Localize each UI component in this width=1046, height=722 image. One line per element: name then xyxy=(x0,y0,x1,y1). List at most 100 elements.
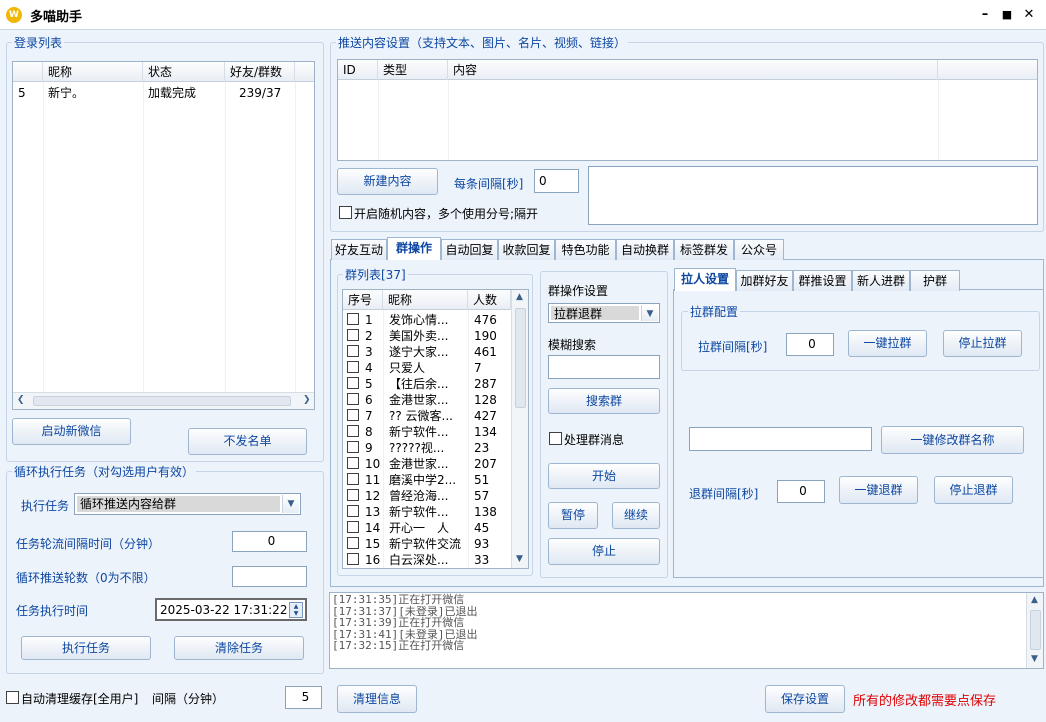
rename-group-button[interactable]: 一键修改群名称 xyxy=(881,426,1024,454)
fuzzy-search-input[interactable] xyxy=(548,355,660,379)
scroll-up-icon[interactable]: ▲ xyxy=(1031,595,1038,605)
clear-task-button[interactable]: 清除任务 xyxy=(174,636,304,660)
group-list-view[interactable]: 序号 昵称 人数 1 发饰心情... 476 2 美国外卖... 190 3 遂宁大家... 4… xyxy=(342,289,529,569)
exec-time-input[interactable]: 2025-03-22 17:31:22 ▲ ▼ xyxy=(155,598,307,621)
col-members[interactable]: 人数 xyxy=(468,290,511,310)
scroll-right-icon[interactable]: ❯ xyxy=(303,395,311,405)
scroll-down-icon[interactable]: ▼ xyxy=(516,554,523,564)
group-row-checkbox[interactable] xyxy=(347,345,359,357)
group-row-checkbox[interactable] xyxy=(347,409,359,421)
group-row[interactable]: 3 遂宁大家... 461 xyxy=(343,344,511,360)
auto-clean-interval-input[interactable]: 5 xyxy=(285,686,322,709)
group-row[interactable]: 14 开心一 人 45 xyxy=(343,520,511,536)
group-row[interactable]: 8 新宁软件... 134 xyxy=(343,424,511,440)
group-row[interactable]: 5 【往后余... 287 xyxy=(343,376,511,392)
group-row[interactable]: 13 新宁软件... 138 xyxy=(343,504,511,520)
group-row-checkbox[interactable] xyxy=(347,425,359,437)
pull-interval-input[interactable]: 0 xyxy=(786,333,834,356)
group-row[interactable]: 4 只爱人 7 xyxy=(343,360,511,376)
search-group-button[interactable]: 搜索群 xyxy=(548,388,660,414)
subtab-group-push[interactable]: 群推设置 xyxy=(793,270,852,291)
col-nick[interactable]: 昵称 xyxy=(43,62,143,82)
new-content-button[interactable]: 新建内容 xyxy=(337,168,438,195)
group-row-checkbox[interactable] xyxy=(347,505,359,517)
group-row-checkbox[interactable] xyxy=(347,457,359,469)
group-row[interactable]: 15 新宁软件交流 93 xyxy=(343,536,511,552)
group-row-checkbox[interactable] xyxy=(347,537,359,549)
group-row-checkbox[interactable] xyxy=(347,473,359,485)
login-list-view[interactable]: 昵称 状态 好友/群数 5 新宁。 加载完成 239/37 ❮ ❯ xyxy=(12,61,315,410)
group-row[interactable]: 6 金港世家... 128 xyxy=(343,392,511,408)
pull-group-button[interactable]: 一键拉群 xyxy=(848,330,927,357)
tab-friend-interact[interactable]: 好友互动 xyxy=(331,239,387,260)
group-row-checkbox[interactable] xyxy=(347,313,359,325)
rename-group-input[interactable] xyxy=(689,427,872,451)
scroll-down-icon[interactable]: ▼ xyxy=(1031,654,1038,664)
scroll-up-icon[interactable]: ▲ xyxy=(516,292,523,302)
scroll-thumb[interactable] xyxy=(1030,610,1041,650)
tab-auto-switch[interactable]: 自动换群 xyxy=(616,239,674,260)
log-area[interactable]: [17:31:35]正在打开微信 [17:31:37][未登录]已退出 [17:31… xyxy=(329,592,1044,669)
login-list-hscrollbar[interactable]: ❮ ❯ xyxy=(13,392,314,409)
login-row[interactable]: 5 新宁。 加载完成 239/37 xyxy=(13,85,303,101)
col-name[interactable]: 昵称 xyxy=(383,290,468,310)
scroll-left-icon[interactable]: ❮ xyxy=(17,395,25,405)
tab-tag-broadcast[interactable]: 标签群发 xyxy=(674,239,734,260)
group-row-checkbox[interactable] xyxy=(347,489,359,501)
exec-task-button[interactable]: 执行任务 xyxy=(21,636,151,660)
group-row-checkbox[interactable] xyxy=(347,521,359,533)
blacklist-button[interactable]: 不发名单 xyxy=(188,428,307,455)
tab-special[interactable]: 特色功能 xyxy=(555,239,616,260)
group-row[interactable]: 16 白云深处... 33 xyxy=(343,552,511,568)
rounds-input[interactable] xyxy=(232,566,307,587)
start-button[interactable]: 开始 xyxy=(548,463,660,489)
save-settings-button[interactable]: 保存设置 xyxy=(765,685,845,713)
stop-pull-button[interactable]: 停止拉群 xyxy=(943,330,1022,357)
clear-info-button[interactable]: 清理信息 xyxy=(337,685,417,713)
group-op-select[interactable]: 拉群退群 ▼ xyxy=(548,303,660,323)
auto-clean-checkbox[interactable] xyxy=(6,691,19,704)
log-vscrollbar[interactable]: ▲ ▼ xyxy=(1026,593,1043,668)
subtab-pull-settings[interactable]: 拉人设置 xyxy=(674,268,736,291)
tab-payment-reply[interactable]: 收款回复 xyxy=(498,239,555,260)
group-row-checkbox[interactable] xyxy=(347,377,359,389)
group-row[interactable]: 12 曾经沧海... 57 xyxy=(343,488,511,504)
group-list-vscrollbar[interactable]: ▲ ▼ xyxy=(511,290,528,568)
tab-official[interactable]: 公众号 xyxy=(734,239,784,260)
group-row-checkbox[interactable] xyxy=(347,329,359,341)
subtab-new-member[interactable]: 新人进群 xyxy=(852,270,910,291)
random-content-textarea[interactable] xyxy=(588,166,1038,225)
minimize-icon[interactable]: – xyxy=(975,5,995,25)
push-content-list[interactable]: ID 类型 内容 xyxy=(337,59,1038,161)
group-row[interactable]: 7 ?? 云微客... 427 xyxy=(343,408,511,424)
col-content[interactable]: 内容 xyxy=(448,60,938,80)
group-row-checkbox[interactable] xyxy=(347,393,359,405)
pause-button[interactable]: 暂停 xyxy=(548,502,598,529)
chevron-down-icon[interactable]: ▼ xyxy=(641,305,658,321)
push-interval-input[interactable]: 0 xyxy=(534,169,579,193)
spinner-icon[interactable]: ▲ ▼ xyxy=(289,602,303,618)
tab-group-ops[interactable]: 群操作 xyxy=(387,237,441,260)
tab-auto-reply[interactable]: 自动回复 xyxy=(441,239,498,260)
group-row-checkbox[interactable] xyxy=(347,361,359,373)
quit-group-button[interactable]: 一键退群 xyxy=(839,476,918,504)
exec-task-select[interactable]: 循环推送内容给群 ▼ xyxy=(74,493,301,515)
interval-input[interactable]: 0 xyxy=(232,531,307,552)
col-count[interactable]: 好友/群数 xyxy=(225,62,295,82)
quit-interval-input[interactable]: 0 xyxy=(777,480,825,503)
chevron-down-icon[interactable]: ▼ xyxy=(282,495,299,513)
group-row-checkbox[interactable] xyxy=(347,441,359,453)
random-content-checkbox[interactable] xyxy=(339,206,352,219)
subtab-guard[interactable]: 护群 xyxy=(910,270,960,291)
group-row[interactable]: 2 美国外卖... 190 xyxy=(343,328,511,344)
group-row[interactable]: 9 ?????视... 23 xyxy=(343,440,511,456)
group-row[interactable]: 11 磨溪中学2... 51 xyxy=(343,472,511,488)
group-row[interactable]: 1 发饰心情... 476 xyxy=(343,312,511,328)
col-status[interactable]: 状态 xyxy=(143,62,225,82)
maximize-icon[interactable]: ■ xyxy=(997,5,1017,25)
scroll-thumb[interactable] xyxy=(33,396,291,406)
col-type[interactable]: 类型 xyxy=(378,60,448,80)
stop-quit-button[interactable]: 停止退群 xyxy=(934,476,1013,504)
handle-msg-checkbox[interactable] xyxy=(549,432,562,445)
stop-button[interactable]: 停止 xyxy=(548,538,660,565)
